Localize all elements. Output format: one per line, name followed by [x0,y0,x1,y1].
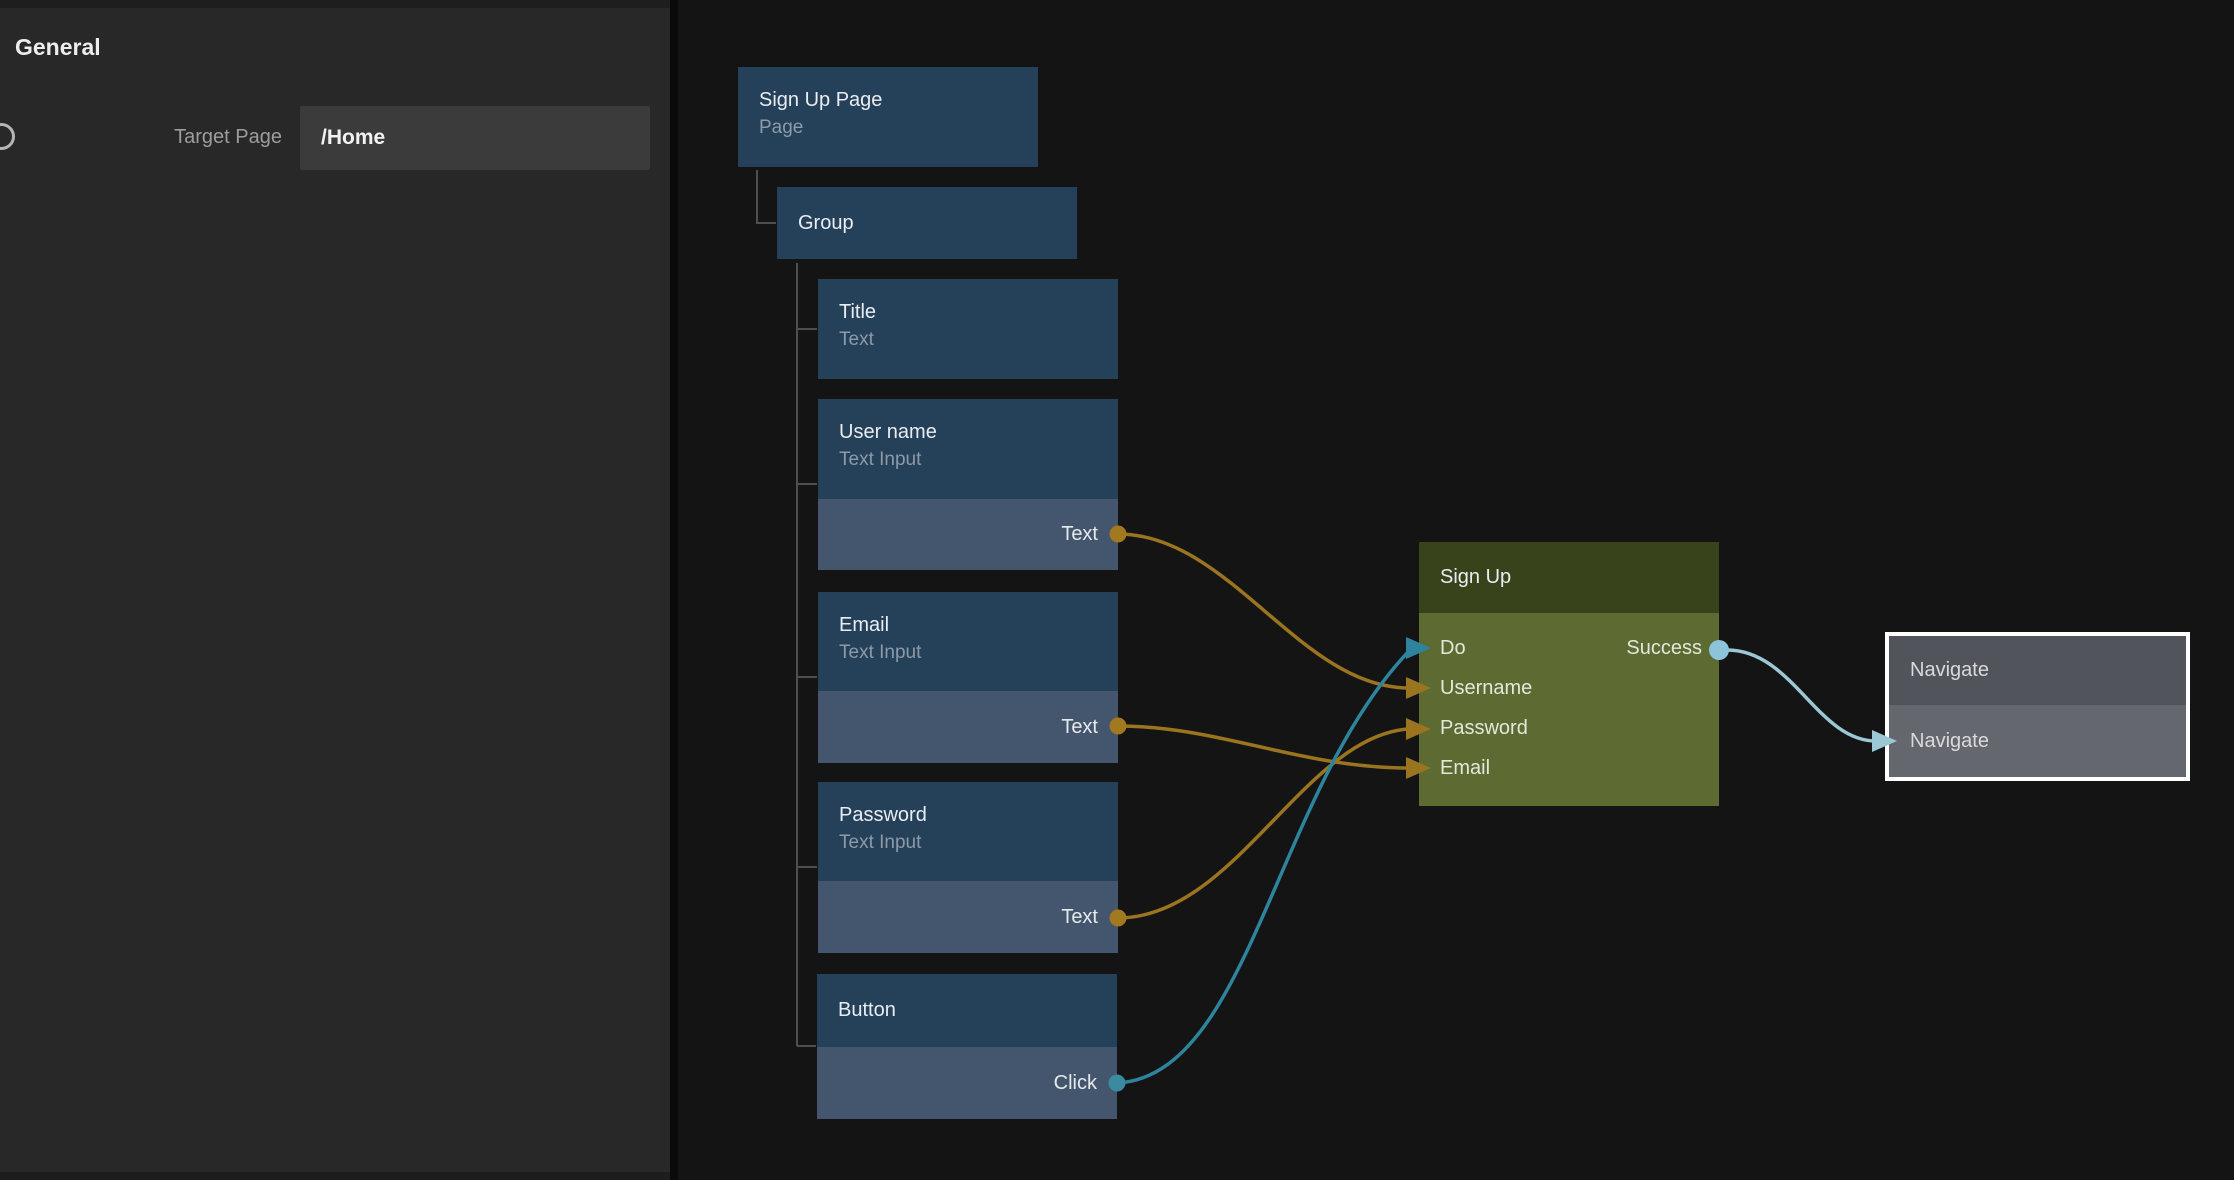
node-subtitle: Text Input [839,639,1097,667]
connection-password-to-signup[interactable] [1118,729,1409,918]
output-port-success[interactable]: Success [1626,628,1702,668]
app-window: General Target Page /Home Sign Up Page P… [0,0,2234,1180]
node-button[interactable]: Button Click [817,974,1117,1119]
node-title: Sign Up Page [759,87,1017,114]
output-port-button-click[interactable]: Click [817,1047,1117,1119]
node-username[interactable]: User name Text Input Text [818,399,1118,570]
connection-email-to-signup[interactable] [1118,726,1409,768]
panel-top-edge [0,0,670,8]
node-group[interactable]: Group [777,187,1077,259]
panel-divider [670,0,678,1180]
port-label: Text [1061,906,1098,929]
input-port-navigate[interactable]: Navigate [1889,705,2186,777]
node-email[interactable]: Email Text Input Text [818,592,1118,763]
node-password[interactable]: Password Text Input Text [818,782,1118,953]
node-title: Button [838,997,896,1024]
target-page-label: Target Page [100,126,282,149]
node-title: Password [839,802,1097,829]
input-port-email[interactable]: Email [1419,748,1719,788]
node-title: Sign Up [1440,564,1511,591]
output-port-username-text[interactable]: Text [818,499,1118,570]
node-title: User name [839,419,1097,446]
node-title: Title [839,299,1097,326]
panel-bottom-edge [0,1172,670,1180]
node-subtitle: Text [839,326,1097,354]
properties-panel: General Target Page /Home [0,0,670,1180]
node-title: Navigate [1889,636,2186,705]
node-title: Email [839,612,1097,639]
section-title: General [15,34,101,61]
input-port-username[interactable]: Username [1419,668,1719,708]
ring-icon[interactable] [0,123,15,150]
node-title-text[interactable]: Title Text [818,279,1118,379]
target-page-input[interactable]: /Home [300,106,650,170]
node-subtitle: Text Input [839,446,1097,474]
node-title: Group [798,210,854,237]
node-signup-page[interactable]: Sign Up Page Page [738,67,1038,167]
connection-username-to-signup[interactable] [1118,534,1409,688]
node-navigate[interactable]: Navigate Navigate [1885,632,2190,781]
node-subtitle: Text Input [839,829,1097,857]
output-port-email-text[interactable]: Text [818,691,1118,763]
port-label: Click [1054,1072,1097,1095]
node-subtitle: Page [759,114,1017,142]
connection-click-to-do[interactable] [1117,650,1410,1083]
connection-success-to-navigate[interactable] [1727,650,1876,741]
input-port-password[interactable]: Password [1419,708,1719,748]
port-label: Text [1061,523,1098,546]
node-signup-action[interactable]: Sign Up Do Username Password Email Succe… [1419,542,1719,806]
tree-line-page-to-group [757,170,776,223]
port-label: Text [1061,716,1098,739]
output-port-password-text[interactable]: Text [818,881,1118,953]
